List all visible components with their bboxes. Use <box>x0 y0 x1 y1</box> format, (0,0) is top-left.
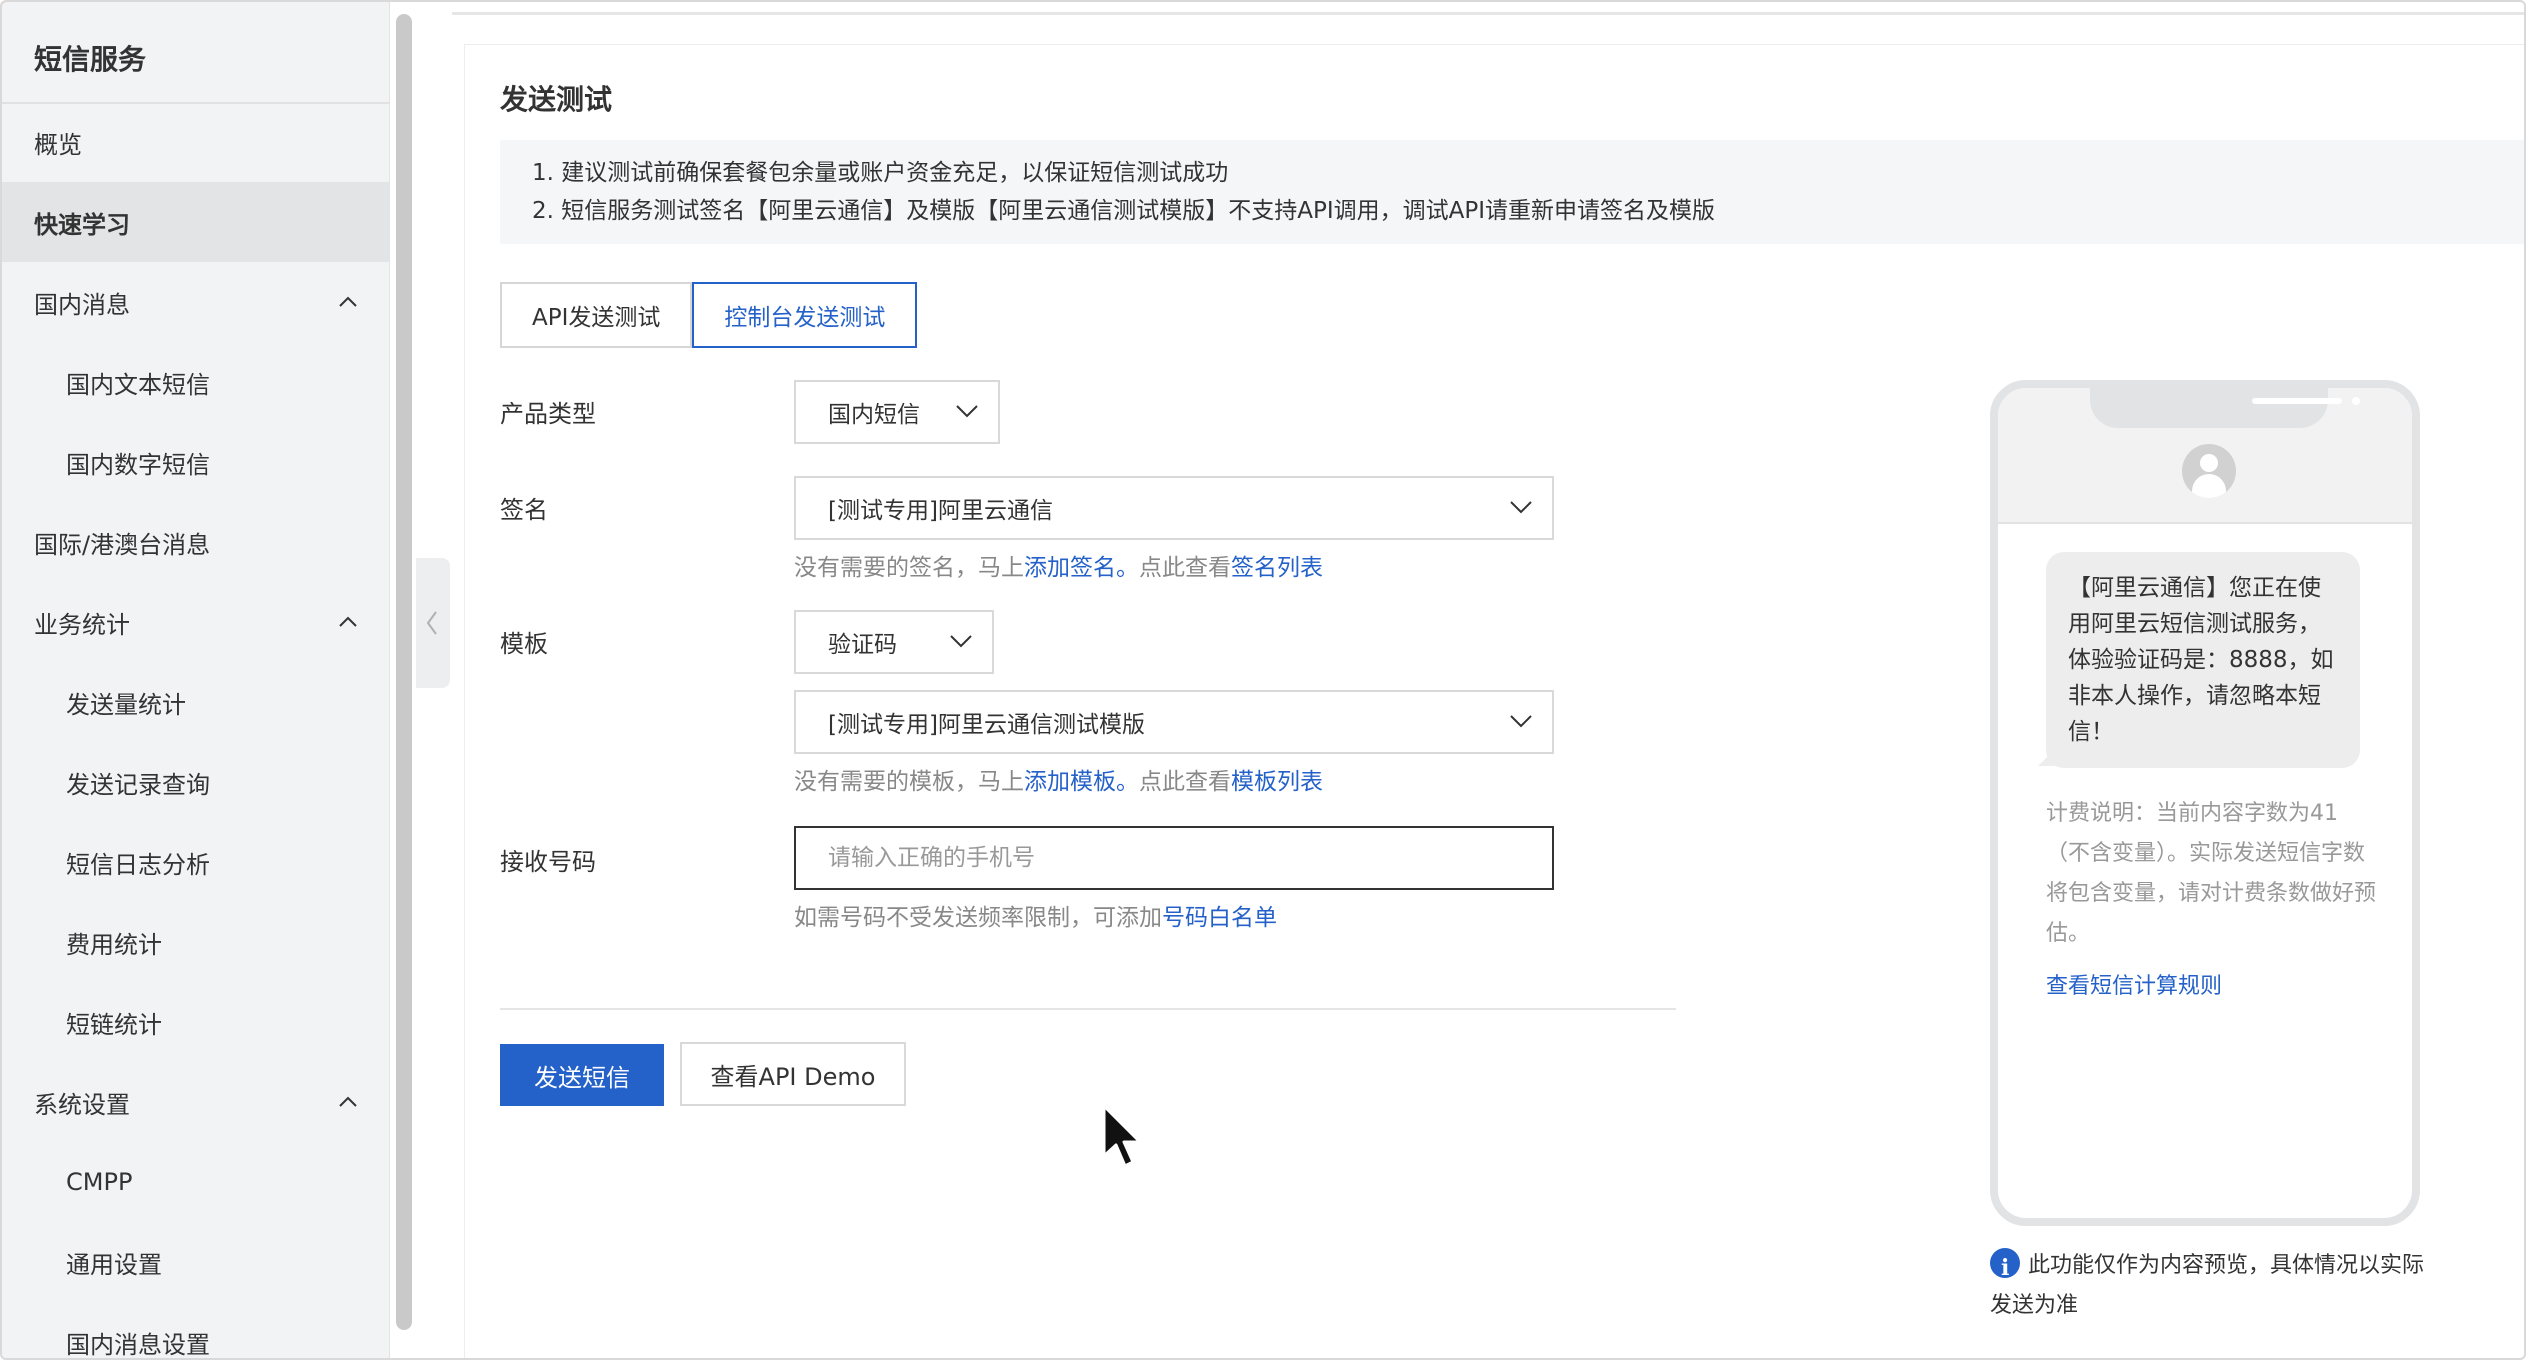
form-divider <box>500 1008 1676 1010</box>
avatar-icon <box>2182 444 2236 498</box>
sidebar-item-send-volume[interactable]: 发送量统计 <box>2 662 390 742</box>
sidebar-item-label: 概览 <box>34 130 82 159</box>
sidebar-title: 短信服务 <box>34 43 147 76</box>
whitelist-link[interactable]: 号码白名单 <box>1162 905 1277 931</box>
phone-header <box>1998 388 2412 524</box>
billing-note: 计费说明：当前内容字数为41（不含变量）。实际发送短信字数将包含变量，请对计费条… <box>2046 801 2377 946</box>
chevron-down-icon <box>956 405 978 418</box>
sidebar-item-label: 发送记录查询 <box>66 770 210 799</box>
message-bubble: 【阿里云通信】您正在使用阿里云短信测试服务，体验验证码是：8888，如非本人操作… <box>2046 552 2360 768</box>
phone-camera <box>2352 397 2360 405</box>
message-bubble-tail <box>2038 748 2056 766</box>
phone-field[interactable] <box>794 826 1554 890</box>
select-value: [测试专用]阿里云通信 <box>828 498 1053 524</box>
chevron-up-icon <box>339 296 357 307</box>
sidebar-group-stats[interactable]: 业务统计 <box>2 582 390 662</box>
mouse-cursor-icon <box>1102 1104 1142 1168</box>
sidebar-item-label: 通用设置 <box>66 1250 162 1279</box>
app-frame: 短信服务 概览 快速学习 国内消息 国内文本短信 国内数字短信 国际/港澳台消息… <box>0 0 2526 1360</box>
chevron-down-icon <box>1510 501 1532 514</box>
sidebar-item-label: 国际/港澳台消息 <box>34 530 211 559</box>
sidebar-item-shortlink-stats[interactable]: 短链统计 <box>2 982 390 1062</box>
template-label: 模板 <box>500 630 548 658</box>
sidebar-item-label: 短链统计 <box>66 1010 162 1039</box>
send-sms-button[interactable]: 发送短信 <box>500 1044 664 1106</box>
phone-speaker <box>2252 398 2342 404</box>
sidebar-item-cmpp[interactable]: CMPP <box>2 1142 390 1222</box>
sidebar-item-label: 发送量统计 <box>66 690 186 719</box>
helper-text: 没有需要的模板，马上 <box>794 769 1024 795</box>
phone-preview: 【阿里云通信】您正在使用阿里云短信测试服务，体验验证码是：8888，如非本人操作… <box>1990 380 2420 1226</box>
sidebar-item-domestic-text[interactable]: 国内文本短信 <box>2 342 390 422</box>
signature-list-link[interactable]: 签名列表 <box>1231 555 1323 581</box>
sidebar-group-domestic[interactable]: 国内消息 <box>2 262 390 342</box>
tab-console-test[interactable]: 控制台发送测试 <box>692 282 918 348</box>
chevron-left-icon <box>426 611 437 635</box>
sidebar-scrollbar[interactable] <box>396 14 412 1330</box>
chevron-down-icon <box>1510 715 1532 728</box>
phone-helper: 如需号码不受发送频率限制，可添加号码白名单 <box>794 898 1277 932</box>
tab-bar: API发送测试 控制台发送测试 <box>500 282 918 348</box>
select-value: 国内短信 <box>828 402 920 428</box>
sidebar-item-international[interactable]: 国际/港澳台消息 <box>2 502 390 582</box>
sidebar-item-cost-stats[interactable]: 费用统计 <box>2 902 390 982</box>
sidebar: 短信服务 概览 快速学习 国内消息 国内文本短信 国内数字短信 国际/港澳台消息… <box>2 2 390 1359</box>
sidebar-item-label: 国内消息 <box>34 290 130 319</box>
phone-input[interactable] <box>828 845 1552 871</box>
sidebar-item-label: 快速学习 <box>34 210 130 239</box>
sidebar-item-label: 国内消息设置 <box>66 1330 210 1359</box>
chevron-down-icon <box>950 635 972 648</box>
helper-text: 如需号码不受发送频率限制，可添加 <box>794 905 1162 931</box>
template-list-link[interactable]: 模板列表 <box>1231 769 1323 795</box>
select-value: 验证码 <box>828 632 897 658</box>
template-select[interactable]: [测试专用]阿里云通信测试模版 <box>794 690 1554 754</box>
select-value: [测试专用]阿里云通信测试模版 <box>828 712 1145 738</box>
phone-label: 接收号码 <box>500 848 596 876</box>
add-template-link[interactable]: 添加模板。 <box>1024 769 1139 795</box>
template-helper: 没有需要的模板，马上添加模板。点此查看模板列表 <box>794 762 1323 796</box>
sidebar-item-overview[interactable]: 概览 <box>2 102 390 182</box>
sidebar-item-label: 国内数字短信 <box>66 450 210 479</box>
sidebar-item-domestic-digital[interactable]: 国内数字短信 <box>2 422 390 502</box>
preview-note: 此功能仅作为内容预览，具体情况以实际发送为准 <box>1990 1246 2430 1326</box>
helper-text: 没有需要的签名，马上 <box>794 555 1024 581</box>
sidebar-item-label: 系统设置 <box>34 1090 130 1119</box>
sidebar-item-label: 费用统计 <box>66 930 162 959</box>
signature-label: 签名 <box>500 496 548 524</box>
sidebar-item-send-records[interactable]: 发送记录查询 <box>2 742 390 822</box>
sidebar-item-quick-learn[interactable]: 快速学习 <box>2 182 390 262</box>
sidebar-item-label: 短信日志分析 <box>66 850 210 879</box>
preview-note-text: 此功能仅作为内容预览，具体情况以实际发送为准 <box>1990 1253 2425 1318</box>
sidebar-item-label: 业务统计 <box>34 610 130 639</box>
sms-rule-link[interactable]: 查看短信计算规则 <box>2046 968 2222 1000</box>
sidebar-item-log-analysis[interactable]: 短信日志分析 <box>2 822 390 902</box>
sidebar-group-settings[interactable]: 系统设置 <box>2 1062 390 1142</box>
sidebar-collapse-handle[interactable] <box>416 558 450 688</box>
tab-api-test[interactable]: API发送测试 <box>500 282 693 348</box>
notice-line: 2. 短信服务测试签名【阿里云通信】及模版【阿里云通信测试模版】不支持API调用… <box>532 198 1716 224</box>
signature-helper: 没有需要的签名，马上添加签名。点此查看签名列表 <box>794 548 1323 582</box>
sidebar-item-domestic-settings[interactable]: 国内消息设置 <box>2 1302 390 1359</box>
chevron-up-icon <box>339 616 357 627</box>
sidebar-item-label: CMPP <box>66 1168 133 1196</box>
product-type-label: 产品类型 <box>500 400 596 428</box>
helper-text: 点此查看 <box>1139 555 1231 581</box>
notice-line: 1. 建议测试前确保套餐包余量或账户资金充足，以保证短信测试成功 <box>532 160 1229 186</box>
helper-text: 点此查看 <box>1139 769 1231 795</box>
notice-box: 1. 建议测试前确保套餐包余量或账户资金充足，以保证短信测试成功 2. 短信服务… <box>500 140 2524 244</box>
api-demo-button[interactable]: 查看API Demo <box>680 1042 906 1106</box>
chevron-up-icon <box>339 1096 357 1107</box>
top-divider <box>452 12 2524 15</box>
sidebar-item-general-settings[interactable]: 通用设置 <box>2 1222 390 1302</box>
add-signature-link[interactable]: 添加签名。 <box>1024 555 1139 581</box>
sidebar-item-label: 国内文本短信 <box>66 370 210 399</box>
signature-select[interactable]: [测试专用]阿里云通信 <box>794 476 1554 540</box>
product-type-select[interactable]: 国内短信 <box>794 380 1000 444</box>
info-icon <box>1990 1248 2020 1288</box>
template-type-select[interactable]: 验证码 <box>794 610 994 674</box>
page-title: 发送测试 <box>500 83 613 116</box>
phone-notch <box>2090 388 2360 428</box>
